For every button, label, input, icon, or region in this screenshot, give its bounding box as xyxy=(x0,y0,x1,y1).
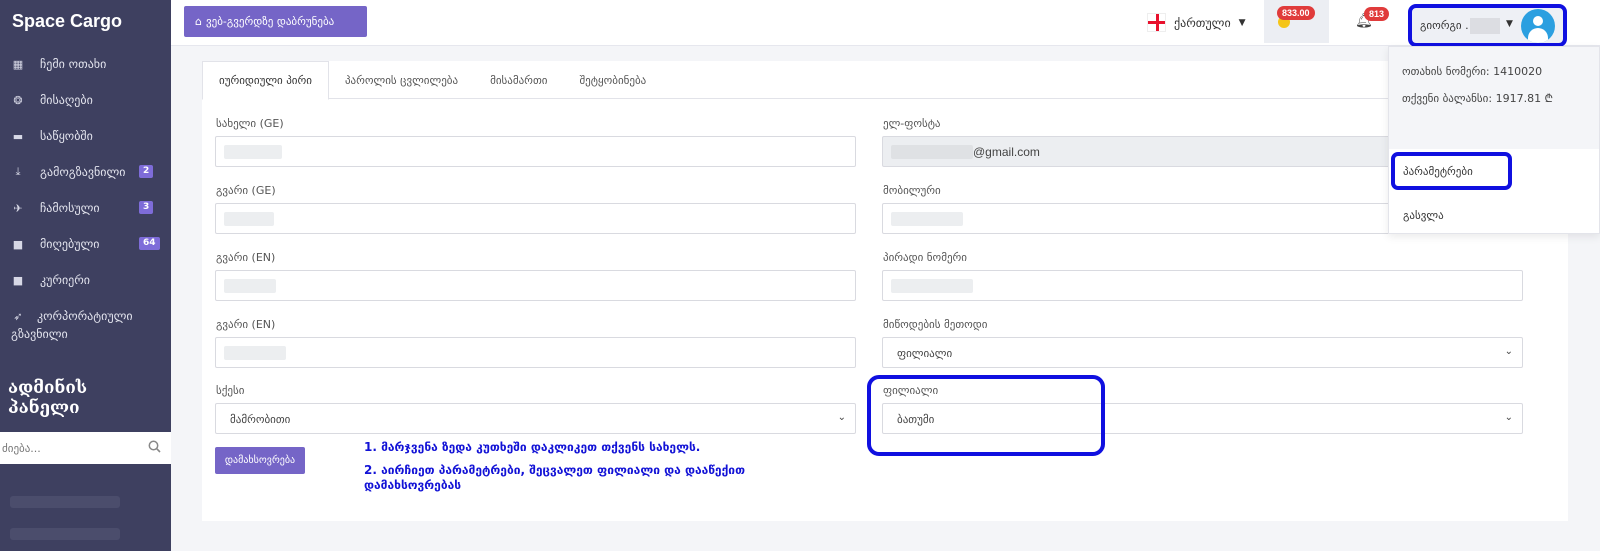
tab-notifications[interactable]: შეტყობინება xyxy=(563,61,662,99)
name-ge-label: სახელი (GE) xyxy=(216,117,284,130)
user-menu-toggle[interactable]: გიორგი . ▼ xyxy=(1408,4,1567,47)
user-dropdown-menu: ოთახის ნომერი: 1410020 თქვენი ბალანსი: 1… xyxy=(1388,46,1600,234)
georgian-flag-icon xyxy=(1147,13,1166,32)
email-value: @gmail.com xyxy=(973,145,1040,159)
tab-legal-entity[interactable]: იურიდიული პირი xyxy=(202,61,329,100)
sidebar-item-my-room[interactable]: ▦ ჩემი ოთახი xyxy=(0,46,171,82)
sidebar-item-courier[interactable]: ■ კურიერი xyxy=(0,262,171,298)
blurred-value xyxy=(224,145,282,159)
archive-icon: ■ xyxy=(12,237,24,251)
search-input[interactable] xyxy=(0,433,140,463)
balance-badge: 833.00 xyxy=(1277,6,1315,20)
tab-address[interactable]: მისამართი xyxy=(474,61,563,99)
sidebar-item-arrived[interactable]: ✈ ჩამოსული 3 xyxy=(0,190,171,226)
blurred-value xyxy=(891,279,973,293)
account-balance: თქვენი ბალანსი: 1917.81 ₾ xyxy=(1402,92,1554,105)
email-label: ელ-ფოსტა xyxy=(883,117,941,130)
sidebar-search xyxy=(0,432,171,464)
gender-value: მამრობითი xyxy=(230,414,291,426)
chevron-down-icon: ⌄ xyxy=(837,412,846,423)
blurred-surname xyxy=(1470,18,1500,34)
delivery-method-value: ფილიალი xyxy=(897,348,953,360)
tab-bar: იურიდიული პირი პაროლის ცვლილება მისამართ… xyxy=(202,61,1568,100)
surname-en-input-2[interactable] xyxy=(215,337,856,368)
personal-id-input[interactable] xyxy=(882,270,1523,301)
count-badge: 3 xyxy=(139,201,154,214)
home-icon: ⌂ xyxy=(195,15,202,28)
delivery-method-label: მიწოდების მეთოდი xyxy=(883,318,988,331)
surname-en-label-2: გვარი (EN) xyxy=(216,318,276,331)
sidebar-item-label: მისაღები xyxy=(40,93,93,107)
sidebar-item-corporate[interactable]: ➶ კორპორატიული გზავნილი xyxy=(0,298,171,350)
sidebar-item-label: კურიერი xyxy=(40,273,91,287)
sidebar-item-label: კორპორატიული გზავნილი xyxy=(11,309,133,341)
user-name: გიორგი . xyxy=(1420,19,1469,32)
menu-item-logout[interactable]: გასვლა xyxy=(1389,209,1444,222)
download-icon: ⤓ xyxy=(15,165,21,178)
gender-label: სქესი xyxy=(216,384,245,397)
sidebar-item-label: გამოგზავნილი xyxy=(40,165,126,179)
chevron-down-icon: ⌄ xyxy=(1504,346,1513,357)
blurred-value xyxy=(224,346,286,360)
avatar[interactable] xyxy=(1521,9,1555,43)
notification-badge: 813 xyxy=(1364,7,1390,21)
save-button[interactable]: დამახსოვრება xyxy=(215,447,305,474)
sidebar-item-received[interactable]: ■ მიღებული 64 xyxy=(0,226,171,262)
chevron-down-icon: ⌄ xyxy=(1504,412,1513,423)
sidebar-item-label: მიღებული xyxy=(40,237,100,251)
sidebar-item-warehouse[interactable]: ▬ საწყობში xyxy=(0,118,171,154)
balance-widget[interactable]: 833.00 xyxy=(1264,0,1329,43)
surname-ge-label: გვარი (GE) xyxy=(216,184,276,197)
archive-icon: ■ xyxy=(12,273,24,287)
language-label: ქართული xyxy=(1174,15,1231,30)
back-to-website-button[interactable]: ⌂ ვებ-გვერდზე დაბრუნება xyxy=(184,6,367,37)
rocket-icon: ✈ xyxy=(13,201,23,215)
branch-highlight-box xyxy=(867,375,1105,456)
user-icon xyxy=(1533,16,1543,26)
count-badge: 2 xyxy=(139,165,154,178)
surname-en-label: გვარი (EN) xyxy=(216,251,276,264)
name-ge-input[interactable] xyxy=(215,136,856,167)
sidebar-item-sent[interactable]: ⤓ გამოგზავნილი 2 xyxy=(0,154,171,190)
admin-panel-title: ადმინის პანელი xyxy=(8,378,88,418)
blurred-value xyxy=(891,145,973,159)
sidebar-item-label: საწყობში xyxy=(40,129,93,143)
account-info: ოთახის ნომერი: 1410020 თქვენი ბალანსი: 1… xyxy=(1389,47,1599,149)
tab-change-password[interactable]: პაროლის ცვლილება xyxy=(329,61,474,99)
count-badge: 64 xyxy=(139,237,160,250)
warehouse-icon: ▬ xyxy=(12,129,24,143)
sidebar-item-receivable[interactable]: ❂ მისაღები xyxy=(0,82,171,118)
surname-en-input[interactable] xyxy=(215,270,856,301)
top-bar: ⌂ ვებ-გვერდზე დაბრუნება ქართული ▼ 833.00… xyxy=(171,0,1600,47)
search-icon[interactable] xyxy=(148,440,161,453)
sidebar: Space Cargo ▦ ჩემი ოთახი ❂ მისაღები ▬ სა… xyxy=(0,0,171,551)
instruction-step-1: 1. მარჯვენა ზედა კუთხეში დაკლიკეთ თქვენს… xyxy=(364,440,701,454)
delivery-method-select[interactable]: ფილიალი ⌄ xyxy=(882,337,1523,368)
instruction-step-2: 2. აირჩიეთ პარამეტრები, შეცვალეთ ფილიალი… xyxy=(364,463,745,492)
parameters-highlight-box xyxy=(1391,152,1512,190)
mobile-label: მობილური xyxy=(883,184,941,197)
grid-icon: ▦ xyxy=(12,57,24,71)
blurred-item xyxy=(10,496,120,508)
personal-id-label: პირადი ნომერი xyxy=(883,251,967,264)
box-icon: ❂ xyxy=(13,93,23,107)
language-selector[interactable]: ქართული ▼ xyxy=(1147,13,1246,32)
blurred-item xyxy=(10,528,120,540)
blurred-value xyxy=(891,212,963,226)
sidebar-item-label: ჩემი ოთახი xyxy=(40,57,107,71)
brand-logo[interactable]: Space Cargo xyxy=(0,0,171,46)
room-number: ოთახის ნომერი: 1410020 xyxy=(1402,65,1543,78)
blurred-value xyxy=(224,279,276,293)
chevron-down-icon: ▼ xyxy=(1238,17,1246,28)
blurred-value xyxy=(224,212,274,226)
gender-select[interactable]: მამრობითი ⌄ xyxy=(215,403,856,434)
button-label: ვებ-გვერდზე დაბრუნება xyxy=(205,15,335,28)
caret-down-icon: ▼ xyxy=(1506,19,1513,29)
surname-ge-input[interactable] xyxy=(215,203,856,234)
sidebar-item-label: ჩამოსული xyxy=(40,201,100,215)
